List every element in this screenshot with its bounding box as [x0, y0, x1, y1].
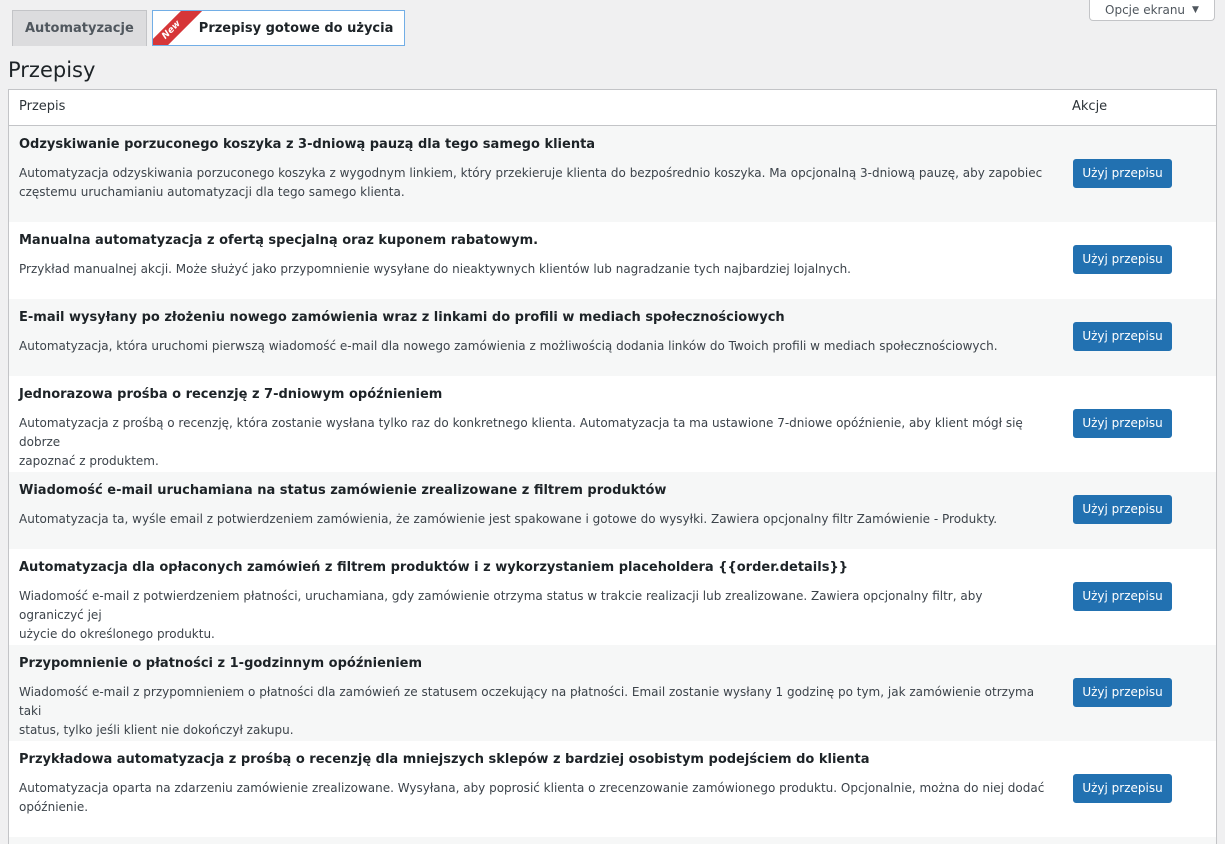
nav-tabs: Automatyzacje New Przepisy gotowe do uży…	[12, 10, 406, 46]
table-row: Automatyzacja dla opłaconych zamówień z …	[9, 549, 1216, 645]
use-recipe-button[interactable]: Użyj przepisu	[1073, 159, 1172, 188]
recipe-title: Automatyzacja dla opłaconych zamówień z …	[19, 560, 848, 575]
recipe-title: Wiadomość e-mail uruchamiana na status z…	[19, 483, 667, 498]
table-row	[9, 837, 1216, 844]
use-recipe-button[interactable]: Użyj przepisu	[1073, 774, 1172, 803]
recipe-description: Automatyzacja oparta na zdarzeniu zamówi…	[19, 781, 1045, 814]
recipes-table: Przepis Akcje Odzyskiwanie porzuconego k…	[8, 89, 1217, 844]
tab-automatyzacje[interactable]: Automatyzacje	[12, 10, 147, 46]
use-recipe-button[interactable]: Użyj przepisu	[1073, 678, 1172, 707]
table-row: Wiadomość e-mail uruchamiana na status z…	[9, 472, 1216, 549]
use-recipe-button[interactable]: Użyj przepisu	[1073, 582, 1172, 611]
table-row: Jednorazowa prośba o recenzję z 7-dniowy…	[9, 376, 1216, 472]
recipe-title: Odzyskiwanie porzuconego koszyka z 3-dni…	[19, 137, 596, 152]
use-recipe-button[interactable]: Użyj przepisu	[1073, 245, 1172, 274]
recipe-title: Jednorazowa prośba o recenzję z 7-dniowy…	[19, 387, 443, 402]
recipe-description: Przykład manualnej akcji. Może służyć ja…	[19, 262, 851, 276]
table-row: Przypomnienie o płatności z 1-godzinnym …	[9, 645, 1216, 741]
column-header-recipe: Przepis	[19, 99, 66, 114]
recipe-title: Manualna automatyzacja z ofertą specjaln…	[19, 233, 539, 248]
page-title: Przepisy	[8, 58, 96, 82]
table-row: Przykładowa automatyzacja z prośbą o rec…	[9, 741, 1216, 837]
caret-down-icon: ▼	[1192, 5, 1199, 15]
recipe-title: E-mail wysyłany po złożeniu nowego zamów…	[19, 310, 785, 325]
recipe-description: Automatyzacja odzyskiwania porzuconego k…	[19, 166, 1043, 199]
tab-label: Przepisy gotowe do użycia	[198, 20, 394, 36]
recipe-description: Automatyzacja z prośbą o recenzję, która…	[19, 416, 1023, 468]
recipe-description: Automatyzacja ta, wyśle email z potwierd…	[19, 512, 998, 526]
tab-label: Automatyzacje	[25, 21, 134, 36]
recipe-description: Automatyzacja, która uruchomi pierwszą w…	[19, 339, 998, 353]
table-row: Manualna automatyzacja z ofertą specjaln…	[9, 222, 1216, 299]
column-header-actions: Akcje	[1072, 99, 1108, 114]
use-recipe-button[interactable]: Użyj przepisu	[1073, 409, 1172, 438]
recipe-title: Przypomnienie o płatności z 1-godzinnym …	[19, 656, 423, 671]
table-row: E-mail wysyłany po złożeniu nowego zamów…	[9, 299, 1216, 376]
screen-options-label: Opcje ekranu	[1105, 3, 1186, 17]
recipe-description: Wiadomość e-mail z potwierdzeniem płatno…	[19, 589, 983, 641]
table-row: Odzyskiwanie porzuconego koszyka z 3-dni…	[9, 126, 1216, 222]
recipe-description: Wiadomość e-mail z przypomnieniem o płat…	[19, 685, 1035, 737]
table-header: Przepis Akcje	[9, 90, 1216, 126]
use-recipe-button[interactable]: Użyj przepisu	[1073, 322, 1172, 351]
recipe-title: Przykładowa automatyzacja z prośbą o rec…	[19, 752, 870, 767]
use-recipe-button[interactable]: Użyj przepisu	[1073, 495, 1172, 524]
tab-przepisy[interactable]: New Przepisy gotowe do użycia	[151, 10, 406, 46]
screen-options-button[interactable]: Opcje ekranu ▼	[1089, 0, 1215, 21]
